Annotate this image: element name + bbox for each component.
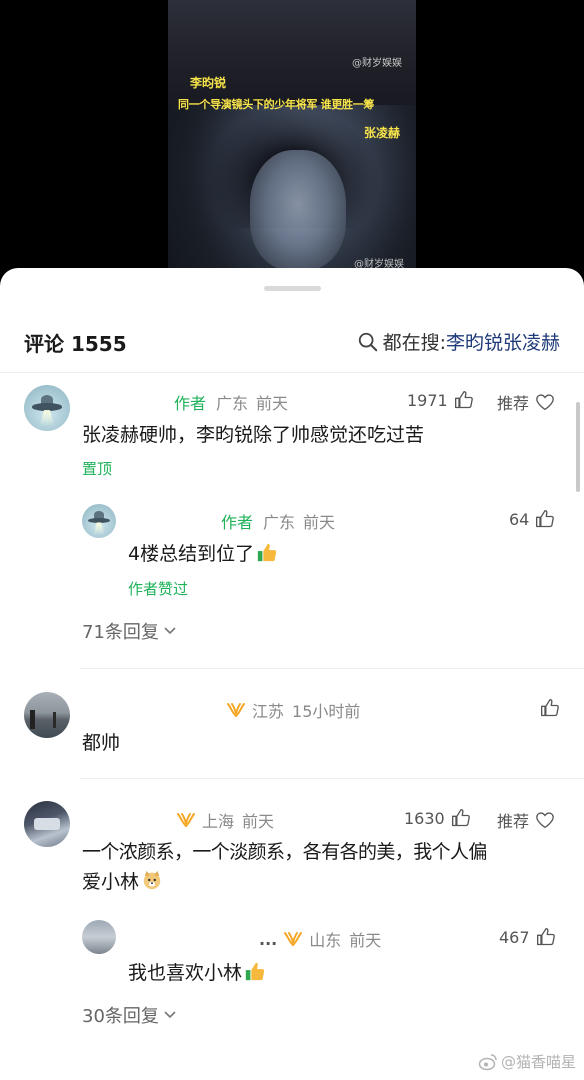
doge-emoji-icon: [143, 870, 161, 890]
like-count: 1971: [407, 390, 448, 410]
reply-time: 前天: [349, 931, 382, 950]
reply-username-ellipsis: ...: [259, 929, 278, 949]
comment-location: 上海: [202, 812, 235, 831]
reply-meta: ... 山东 前天: [259, 927, 381, 951]
comment-count-title: 评论 1555: [24, 332, 127, 356]
reply-text[interactable]: 4楼总结到位了: [128, 539, 278, 569]
reply-avatar[interactable]: [82, 504, 116, 538]
recommend-button[interactable]: 推荐: [497, 390, 555, 414]
pinned-tag: 置顶: [82, 460, 113, 478]
reply-like-count: 467: [499, 927, 530, 947]
avatar[interactable]: [24, 385, 70, 431]
comment-location: 广东: [216, 394, 249, 413]
comment-text[interactable]: 都帅: [82, 728, 120, 758]
comment-time: 前天: [256, 394, 289, 413]
thumbs-up-icon: [541, 699, 559, 717]
comment-meta: 江苏 15小时前: [226, 698, 360, 722]
avatar[interactable]: [24, 692, 70, 738]
video-caption-name1: 李昀锐: [190, 76, 227, 90]
like-count: 1630: [404, 808, 445, 828]
reply-text[interactable]: 我也喜欢小林: [128, 958, 266, 988]
author-liked-tag: 作者赞过: [128, 580, 189, 598]
comment-location: 江苏: [252, 702, 285, 721]
thumbs-up-emoji-icon: [257, 543, 277, 562]
vip-badge-icon: [227, 703, 245, 717]
heart-icon: [536, 394, 554, 411]
weibo-watermark: @猫香喵星: [478, 1051, 576, 1072]
comment-separator: [80, 668, 584, 669]
chevron-down-icon: [164, 627, 176, 635]
reply-location: 广东: [263, 513, 296, 532]
video-caption-name2: 张凌赫: [364, 126, 401, 140]
thumbs-up-emoji-icon: [245, 962, 265, 981]
trending-search-link[interactable]: 都在搜: 李昀锐张凌赫: [357, 328, 560, 355]
thumbs-up-icon: [536, 510, 555, 528]
recommend-button[interactable]: 推荐: [497, 808, 555, 832]
heart-icon: [536, 812, 554, 829]
header-divider: [0, 372, 584, 373]
comment-time: 15小时前: [292, 702, 361, 721]
video-watermark-top: @财岁娱娱: [352, 58, 402, 69]
comment-text-line1: 一个浓颜系，一个淡颜系，各有各的美，我个人偏: [82, 841, 487, 863]
view-replies-link[interactable]: 30条回复: [82, 1002, 177, 1028]
comment-text-line2-content: 爱小林: [82, 871, 140, 893]
replies-count-label: 71条回复: [82, 622, 159, 643]
thumbs-up-icon: [451, 809, 470, 827]
reply-location: 山东: [309, 931, 342, 950]
comment-header: 评论 1555 都在搜: 李昀锐张凌赫: [0, 324, 584, 360]
reply-text-content: 4楼总结到位了: [128, 543, 255, 565]
replies-count-label: 30条回复: [82, 1006, 159, 1027]
search-prefix: 都在搜:: [382, 332, 446, 354]
like-button[interactable]: [534, 698, 560, 718]
search-icon: [358, 332, 377, 351]
vip-badge-icon: [284, 932, 303, 946]
comment-meta: 作者 广东 前天: [174, 390, 288, 414]
weibo-logo-icon: [478, 1053, 497, 1070]
view-replies-link[interactable]: 71条回复: [82, 618, 177, 644]
video-caption-line: 同一个导演镜头下的少年将军 谁更胜一筹: [178, 98, 375, 111]
like-button[interactable]: 1971: [407, 390, 474, 410]
reply-like-button[interactable]: 64: [509, 509, 555, 529]
search-term[interactable]: 李昀锐张凌赫: [446, 328, 560, 355]
like-button[interactable]: 1630: [404, 808, 471, 828]
reply-text-content: 我也喜欢小林: [128, 962, 243, 984]
comment-text-line2: 爱小林: [82, 867, 572, 897]
avatar[interactable]: [24, 801, 70, 847]
comment-text[interactable]: 一个浓颜系，一个淡颜系，各有各的美，我个人偏 爱小林: [82, 837, 572, 897]
reply-like-button[interactable]: 467: [499, 927, 556, 947]
thumbs-up-icon: [454, 391, 473, 409]
author-badge: 作者: [221, 513, 254, 532]
reply-meta: 作者 广东 前天: [221, 509, 335, 533]
sheet-drag-handle[interactable]: [264, 286, 321, 291]
reply-time: 前天: [303, 513, 336, 532]
vip-badge-icon: [177, 813, 195, 827]
comment-separator: [80, 778, 584, 779]
reply-like-count: 64: [509, 509, 530, 529]
comment-meta: 上海 前天: [176, 808, 274, 832]
comment-sheet: 评论 1555 都在搜: 李昀锐张凌赫 作者 广东 前天 1971 推荐 张凌赫…: [0, 268, 584, 1080]
author-badge: 作者: [174, 394, 207, 413]
thumbs-up-icon: [536, 928, 555, 946]
comment-time: 前天: [242, 812, 275, 831]
reply-avatar[interactable]: [82, 920, 116, 954]
video-figure-face: [250, 150, 346, 270]
video-player[interactable]: @财岁娱娱 李昀锐 同一个导演镜头下的少年将军 谁更胜一筹 张凌赫 @财岁娱娱: [0, 0, 584, 290]
recommend-label: 推荐: [497, 394, 530, 413]
recommend-label: 推荐: [497, 812, 530, 831]
comment-text[interactable]: 张凌赫硬帅，李昀锐除了帅感觉还吃过苦: [82, 420, 424, 450]
video-frame[interactable]: @财岁娱娱 李昀锐 同一个导演镜头下的少年将军 谁更胜一筹 张凌赫 @财岁娱娱: [168, 0, 416, 272]
chevron-down-icon: [164, 1011, 176, 1019]
scrollbar[interactable]: [576, 402, 580, 492]
watermark-text: @猫香喵星: [500, 1053, 576, 1071]
